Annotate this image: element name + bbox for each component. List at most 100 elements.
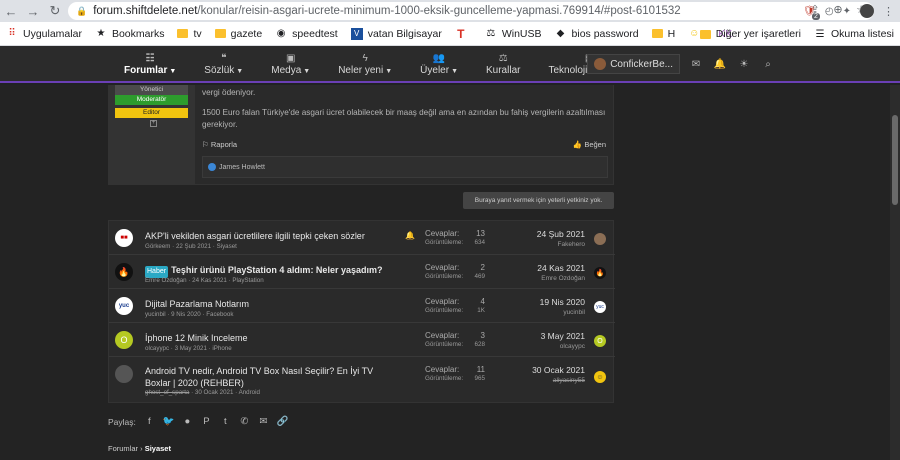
search-icon[interactable]: ⌕: [756, 59, 780, 70]
bookmark-item[interactable]: T: [455, 27, 472, 41]
report-button[interactable]: ⚐ Raporla: [202, 140, 237, 149]
breadcrumb-root[interactable]: Forumlar: [108, 444, 138, 453]
address-bar[interactable]: 🔒 forum.shiftdelete.net/konular/reisin-a…: [68, 2, 874, 20]
thread-title[interactable]: AKP'li vekilden asgari ücretlilere ilgil…: [145, 230, 400, 242]
folder-icon: [651, 29, 663, 38]
reload-icon[interactable]: ↻: [44, 0, 66, 22]
bookmark-item[interactable]: gazete: [214, 28, 262, 40]
theme-bulb-icon[interactable]: ☀: [732, 59, 756, 70]
forward-icon[interactable]: →: [22, 0, 44, 22]
thread-meta: Emre Ozdoğan · 24 Kas 2021 · PlayStation: [145, 277, 264, 284]
like-reaction-icon: [208, 163, 216, 171]
speedtest-icon: ◉: [276, 28, 286, 39]
role-badge-moderator: Moderatör: [115, 95, 188, 105]
reading-list-icon: ☰: [815, 28, 825, 40]
list-item[interactable]: O İphone 12 Minik Inceleme olcayypc · 3 …: [109, 323, 615, 357]
thread-title[interactable]: Haber Teşhir ürünü PlayStation 4 aldım: N…: [145, 264, 400, 278]
similar-threads: ■■ AKP'li vekilden asgari ücretlilere il…: [108, 220, 615, 403]
list-item[interactable]: ■■ AKP'li vekilden asgari ücretlilere il…: [109, 221, 615, 255]
thread-last-post: 24 Şub 2021 Fakehero: [536, 229, 585, 248]
chevron-down-icon: ▼: [169, 68, 177, 75]
nav-sozluk[interactable]: ❝ Sözlük ▼: [190, 46, 257, 83]
bookmark-item[interactable]: ◆ bios password: [555, 28, 639, 40]
avatar: yuc: [594, 301, 606, 313]
fire-icon: 🔥: [115, 263, 133, 281]
thread-title[interactable]: Dijital Pazarlama Notlarım: [145, 298, 400, 310]
nav-medya[interactable]: ▣ Medya ▼: [257, 46, 324, 83]
bookmark-item[interactable]: H: [651, 28, 675, 40]
other-bookmarks[interactable]: Diğer yer işaretleri: [699, 28, 801, 40]
thread-title[interactable]: İphone 12 Minik Inceleme: [145, 332, 400, 344]
dictionary-icon: ❝: [221, 53, 227, 64]
list-item[interactable]: Android TV nedir, Android TV Box Nasıl S…: [109, 357, 615, 403]
inbox-icon[interactable]: ✉: [684, 59, 708, 70]
thread-last-post: 3 May 2021 olcayypc: [540, 331, 585, 350]
post-text-top: vergi ödeniyor.: [202, 88, 256, 97]
thread-title[interactable]: Android TV nedir, Android TV Box Nasıl S…: [145, 365, 400, 389]
reaction-user-link[interactable]: James Howlett: [219, 164, 265, 171]
facebook-icon[interactable]: f: [144, 416, 155, 427]
bookmark-item[interactable]: tv: [177, 28, 202, 40]
emoji-icon: ☺: [689, 28, 700, 39]
bookmark-item[interactable]: ◉ speedtest: [275, 28, 338, 40]
bookmark-item[interactable]: ⚖ WinUSB: [485, 28, 541, 40]
pinterest-icon[interactable]: P: [201, 416, 212, 427]
avatar: O: [594, 335, 606, 347]
thumbs-up-icon: 👍: [572, 140, 583, 149]
breadcrumb: Forumlar › Siyaset: [108, 444, 171, 453]
bolt-icon: ϟ: [362, 53, 368, 64]
chevron-down-icon: ▼: [451, 68, 458, 75]
share-label: Paylaş:: [108, 416, 136, 427]
thread-meta: ghost_of_sparta · 30 Ocak 2021 · Android: [145, 389, 260, 396]
extension-ublock-icon[interactable]: 🛡 2: [803, 6, 820, 20]
user-menu[interactable]: ConfickerBe...: [587, 54, 680, 74]
bookmark-item[interactable]: ⠿ Uygulamalar: [6, 28, 82, 40]
folder-icon: [177, 29, 189, 38]
twitter-icon[interactable]: 🐦: [163, 416, 175, 427]
avatar: yuc: [115, 297, 133, 315]
bell-icon: ⚐: [202, 140, 209, 149]
thread-last-post: 30 Ocak 2021 aliyasiny55: [532, 365, 585, 384]
reddit-icon[interactable]: ●: [182, 416, 193, 427]
menu-kebab-icon[interactable]: ⋮: [883, 5, 894, 18]
share-bar: Paylaş: f 🐦 ● P t ✆ ✉ 🔗: [108, 416, 289, 427]
apps-icon: ⠿: [8, 28, 16, 39]
winusb-icon: ⚖: [486, 28, 496, 39]
star-icon: ★: [96, 28, 106, 39]
whatsapp-icon[interactable]: ✆: [239, 416, 250, 427]
scrollbar-thumb[interactable]: [892, 115, 898, 205]
email-icon[interactable]: ✉: [258, 416, 269, 427]
extension-clock-icon[interactable]: ◴: [825, 6, 834, 17]
thread-meta: Görkeem · 22 Şub 2021 · Siyaset: [145, 243, 237, 250]
bookmark-item[interactable]: ★ Bookmarks: [95, 28, 164, 40]
breadcrumb-current[interactable]: Siyaset: [145, 444, 171, 453]
list-item[interactable]: 🔥 Haber Teşhir ürünü PlayStation 4 aldım:…: [109, 255, 615, 289]
url-domain: forum.shiftdelete.net: [93, 5, 198, 17]
folder-icon: [699, 29, 711, 39]
nav-neler-yeni[interactable]: ϟ Neler yeni ▼: [324, 46, 406, 83]
profile-avatar-icon[interactable]: [860, 4, 874, 18]
extensions-puzzle-icon[interactable]: ✦: [843, 6, 851, 17]
members-icon: 👥: [432, 53, 446, 64]
bell-icon[interactable]: 🔔: [405, 231, 415, 240]
like-button[interactable]: 👍 Beğen: [573, 140, 606, 149]
list-item[interactable]: yuc Dijital Pazarlama Notlarım yucinbil …: [109, 289, 615, 323]
back-icon[interactable]: ←: [0, 0, 22, 22]
tumblr-icon[interactable]: t: [220, 416, 231, 427]
bell-icon[interactable]: 🔔: [708, 59, 732, 70]
media-icon: ▣: [285, 53, 296, 64]
bios-icon: ◆: [556, 28, 565, 39]
link-icon[interactable]: 🔗: [277, 416, 289, 427]
nav-kurallar[interactable]: ⚖ Kurallar: [472, 46, 534, 83]
rules-icon: ⚖: [498, 53, 508, 64]
scrollbar[interactable]: [890, 85, 900, 460]
nav-uyeler[interactable]: 👥 Üyeler ▼: [406, 46, 472, 83]
expand-button[interactable]: +: [150, 120, 157, 127]
thread-stats: Cevaplar: 4 Görüntüleme: 1K: [425, 297, 485, 314]
thread-meta: olcayypc · 3 May 2021 · iPhone: [145, 345, 232, 352]
reading-list[interactable]: ☰ Okuma listesi: [814, 28, 895, 40]
bookmark-item[interactable]: Vvatan Bilgisayar: [350, 27, 442, 40]
nav-forumlar[interactable]: ☷ Forumlar ▼: [110, 46, 190, 83]
lock-icon: 🔒: [76, 5, 88, 16]
forum-navbar: ☷ Forumlar ▼ ❝ Sözlük ▼ ▣ Medya ▼ ϟ Neler yeni ▼…: [0, 46, 900, 83]
